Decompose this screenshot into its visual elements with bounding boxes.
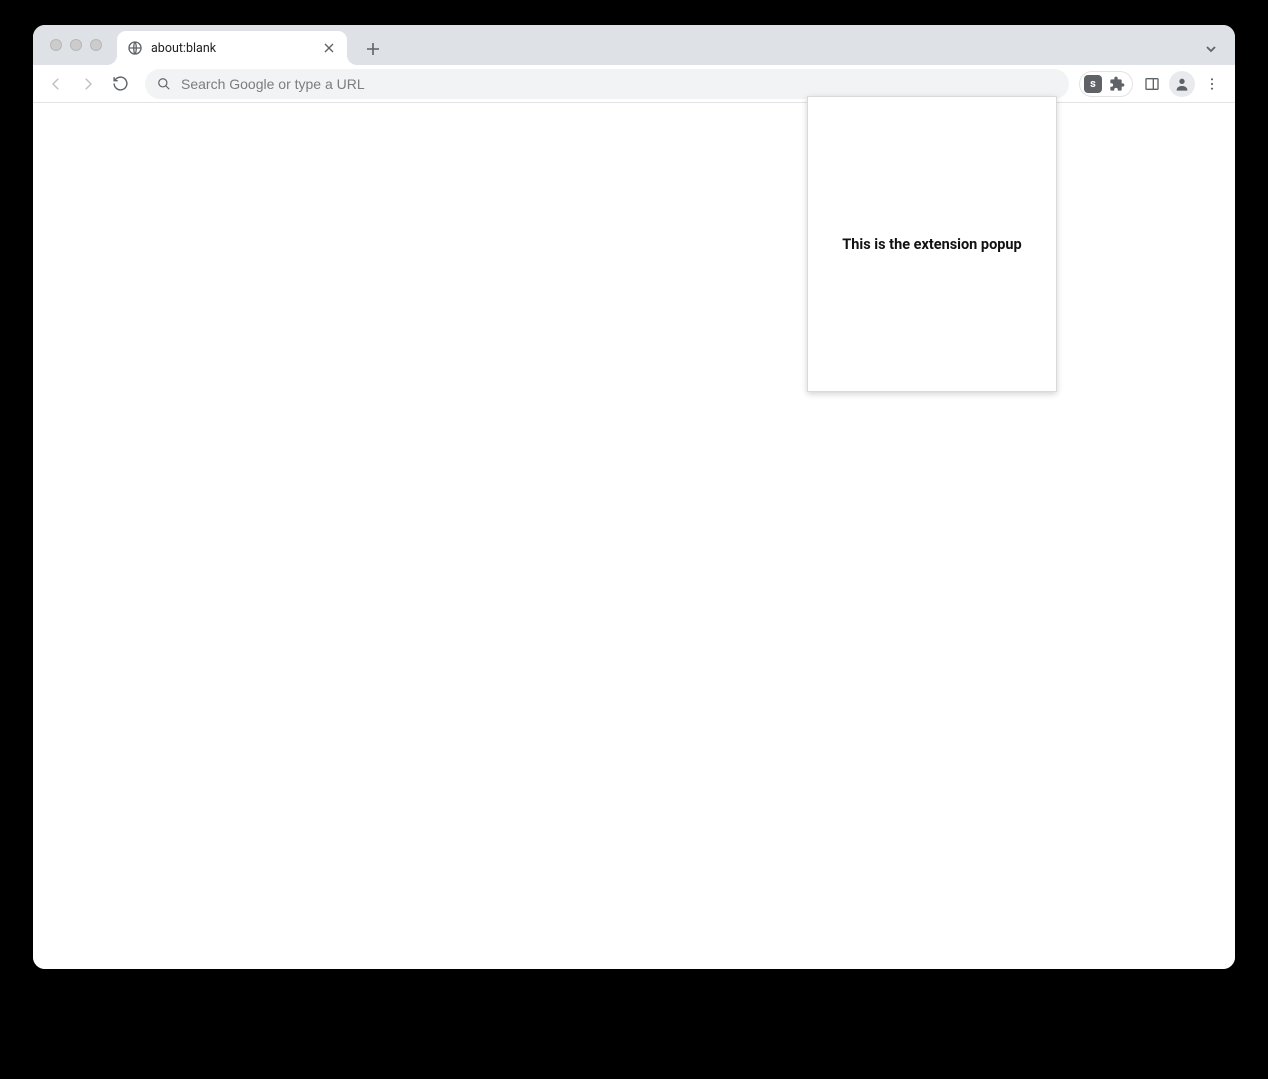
window-close-button[interactable] [50,39,62,51]
tab-strip: about:blank [33,25,1235,65]
profile-button[interactable] [1169,71,1195,97]
back-button[interactable] [41,69,71,99]
window-maximize-button[interactable] [90,39,102,51]
extension-badge-letter: s [1090,77,1096,90]
extension-group: s [1079,71,1133,97]
forward-button[interactable] [73,69,103,99]
reload-button[interactable] [105,69,135,99]
window-controls [50,39,102,51]
search-icon [157,77,171,91]
extension-button[interactable]: s [1084,75,1102,93]
tabs-dropdown-button[interactable] [1197,35,1225,63]
address-bar[interactable] [145,69,1069,99]
extension-popup: This is the extension popup [807,96,1057,392]
address-input[interactable] [181,76,1057,92]
side-panel-button[interactable] [1137,69,1167,99]
tab-title: about:blank [151,41,321,56]
extension-popup-text: This is the extension popup [842,236,1021,253]
browser-window: about:blank [33,25,1235,969]
menu-button[interactable] [1197,69,1227,99]
globe-icon [127,40,143,56]
extensions-menu-button[interactable] [1106,73,1128,95]
new-tab-button[interactable] [359,35,387,63]
close-tab-button[interactable] [321,40,337,56]
window-minimize-button[interactable] [70,39,82,51]
browser-tab[interactable]: about:blank [117,31,347,65]
